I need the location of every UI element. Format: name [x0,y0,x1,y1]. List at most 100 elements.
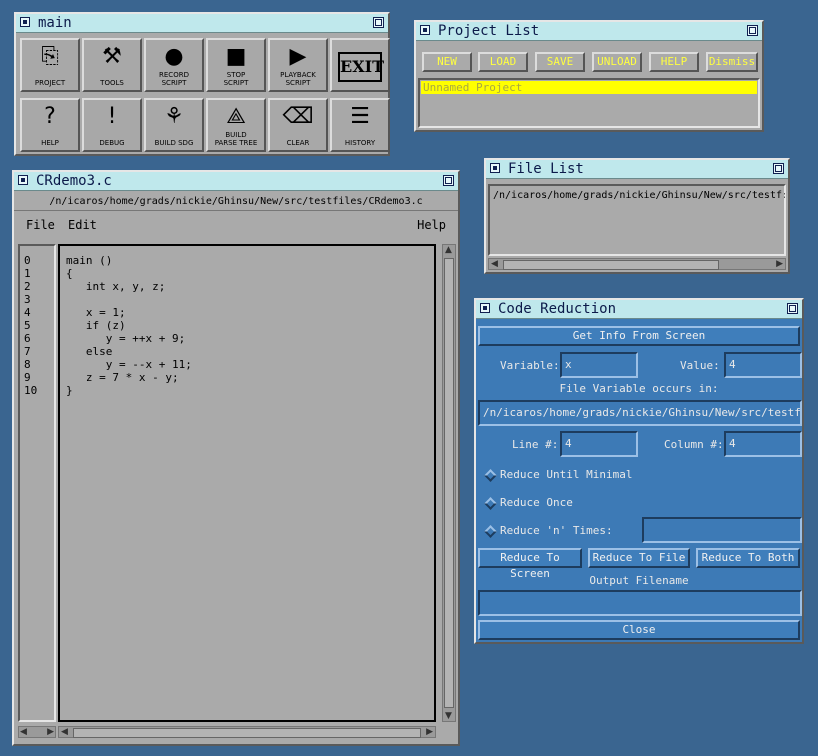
line-numbers: 0 1 2 3 4 5 6 7 8 9 10 [24,254,37,397]
tool-button-books[interactable]: ☰ HISTORY [330,98,390,152]
reduce-to-screen-button[interactable]: Reduce To Screen [478,548,582,580]
window-menu-icon[interactable] [20,17,30,27]
code-line[interactable]: y = --x + 11; [66,358,192,371]
new-project-button[interactable]: NEW [422,52,472,72]
reduce-once-radio[interactable] [484,497,497,510]
maximize-icon[interactable] [773,163,784,174]
code-line[interactable]: main () [66,254,192,267]
occurs-in-field[interactable]: /n/icaros/home/grads/nickie/Ghinsu/New/s… [478,400,802,426]
editor-titlebar[interactable]: CRdemo3.c [14,172,458,191]
scroll-down-icon[interactable]: ▼ [445,711,452,721]
project-list-titlebar[interactable]: Project List [416,22,762,41]
window-menu-icon[interactable] [420,25,430,35]
tool-button-debug[interactable]: ! DEBUG [82,98,142,152]
tool-button-parse-tree[interactable]: ⟁ BUILD PARSE TREE [206,98,266,152]
scroll-left-icon[interactable]: ◀ [491,259,498,269]
menu-edit[interactable]: Edit [68,218,97,232]
tool-label-line2: SCRIPT [285,79,311,87]
maximize-icon[interactable] [373,17,384,28]
reduce-n-label[interactable]: Reduce 'n' Times: [500,524,613,537]
tool-button-project[interactable]: ⎘ PROJECT [20,38,80,92]
list-item-file[interactable]: /n/icaros/home/grads/nickie/Ghinsu/New/s… [493,190,785,201]
load-project-button[interactable]: LOAD [478,52,528,72]
code-line[interactable]: int x, y, z; [66,280,192,293]
file-list-window: File List /n/icaros/home/grads/nickie/Gh… [484,158,790,274]
dismiss-button[interactable]: Dismiss [706,52,758,72]
scroll-right-icon[interactable]: ▶ [776,259,783,269]
playback-icon: ▶ [289,44,307,69]
scroll-right-icon[interactable]: ▶ [47,727,54,737]
scroll-left-icon[interactable]: ◀ [20,727,27,737]
code-reduction-title: Code Reduction [498,301,617,317]
reduce-to-file-button[interactable]: Reduce To File [588,548,690,568]
menu-help[interactable]: Help [417,218,446,232]
code-line[interactable] [66,293,192,306]
code-reduction-titlebar[interactable]: Code Reduction [476,300,802,319]
scrollbar-thumb[interactable] [73,728,421,738]
value-field[interactable]: 4 [724,352,802,378]
code-text-area[interactable]: main (){ int x, y, z; x = 1; if (z) y = … [58,244,436,722]
tool-button-record[interactable]: ● RECORD SCRIPT [144,38,204,92]
tool-label: CLEAR [270,139,326,147]
scrollbar-thumb[interactable] [444,258,454,708]
reduce-minimal-radio[interactable] [484,469,497,482]
gutter-hscrollbar[interactable]: ◀ ▶ [18,726,56,738]
tool-button-playback[interactable]: ▶ PLAYBACK SCRIPT [268,38,328,92]
tool-button-eraser[interactable]: ⌫ CLEAR [268,98,328,152]
code-line[interactable]: else [66,345,192,358]
main-titlebar[interactable]: main [16,14,388,33]
get-info-button[interactable]: Get Info From Screen [478,326,800,346]
code-line[interactable]: } [66,384,192,397]
file-list-titlebar[interactable]: File List [486,160,788,179]
scrollbar-thumb[interactable] [503,260,719,270]
menu-file[interactable]: File [26,218,55,232]
line-number: 10 [24,384,38,397]
editor-vscrollbar[interactable]: ▲ ▼ [442,244,456,722]
editor-hscrollbar[interactable]: ◀ ▶ [58,726,436,738]
n-times-field[interactable] [642,517,802,543]
window-menu-icon[interactable] [480,303,490,313]
code-line[interactable]: if (z) [66,319,192,332]
code-line[interactable]: x = 1; [66,306,192,319]
save-project-button[interactable]: SAVE [535,52,585,72]
reduce-to-both-button[interactable]: Reduce To Both [696,548,800,568]
scroll-left-icon[interactable]: ◀ [61,727,68,737]
tool-button-tools[interactable]: ⚒ TOOLS [82,38,142,92]
line-number: 1 [24,267,31,280]
output-filename-field[interactable] [478,590,802,616]
close-button[interactable]: Close [478,620,800,640]
file-list-hscrollbar[interactable]: ◀ ▶ [488,258,786,270]
main-window: main ⎘ PROJECT ⚒ TOOLS ● RECORD SCRIPT ■ STOP SCR… [14,12,390,156]
code-line[interactable]: { [66,267,192,280]
tool-button-build-sdg[interactable]: ⚘ BUILD SDG [144,98,204,152]
scroll-up-icon[interactable]: ▲ [445,245,452,255]
editor-title: CRdemo3.c [36,173,112,189]
maximize-icon[interactable] [787,303,798,314]
project-listbox[interactable]: Unnamed Project [418,78,760,128]
maximize-icon[interactable] [443,175,454,186]
tool-button-exit[interactable]: EXIT [330,38,390,92]
list-item-project[interactable]: Unnamed Project [421,81,757,94]
window-menu-icon[interactable] [18,175,28,185]
file-listbox[interactable]: /n/icaros/home/grads/nickie/Ghinsu/New/s… [488,184,786,256]
window-menu-icon[interactable] [490,163,500,173]
eraser-icon: ⌫ [282,104,314,129]
code-lines[interactable]: main (){ int x, y, z; x = 1; if (z) y = … [66,254,192,397]
scroll-right-icon[interactable]: ▶ [426,727,433,737]
reduce-once-label[interactable]: Reduce Once [500,496,573,509]
editor-window: CRdemo3.c /n/icaros/home/grads/nickie/Gh… [12,170,460,746]
maximize-icon[interactable] [747,25,758,36]
variable-field[interactable]: x [560,352,638,378]
tool-button-stop[interactable]: ■ STOP SCRIPT [206,38,266,92]
reduce-n-radio[interactable] [484,525,497,538]
code-line[interactable]: z = 7 * x - y; [66,371,192,384]
code-line[interactable]: y = ++x + 9; [66,332,192,345]
tool-label: HISTORY [332,139,388,147]
line-number: 8 [24,358,31,371]
line-field[interactable]: 4 [560,431,638,457]
tool-button-help[interactable]: ? HELP [20,98,80,152]
column-field[interactable]: 4 [724,431,802,457]
unload-project-button[interactable]: UNLOAD [592,52,642,72]
help-button[interactable]: HELP [649,52,699,72]
reduce-minimal-label[interactable]: Reduce Until Minimal [500,468,632,481]
